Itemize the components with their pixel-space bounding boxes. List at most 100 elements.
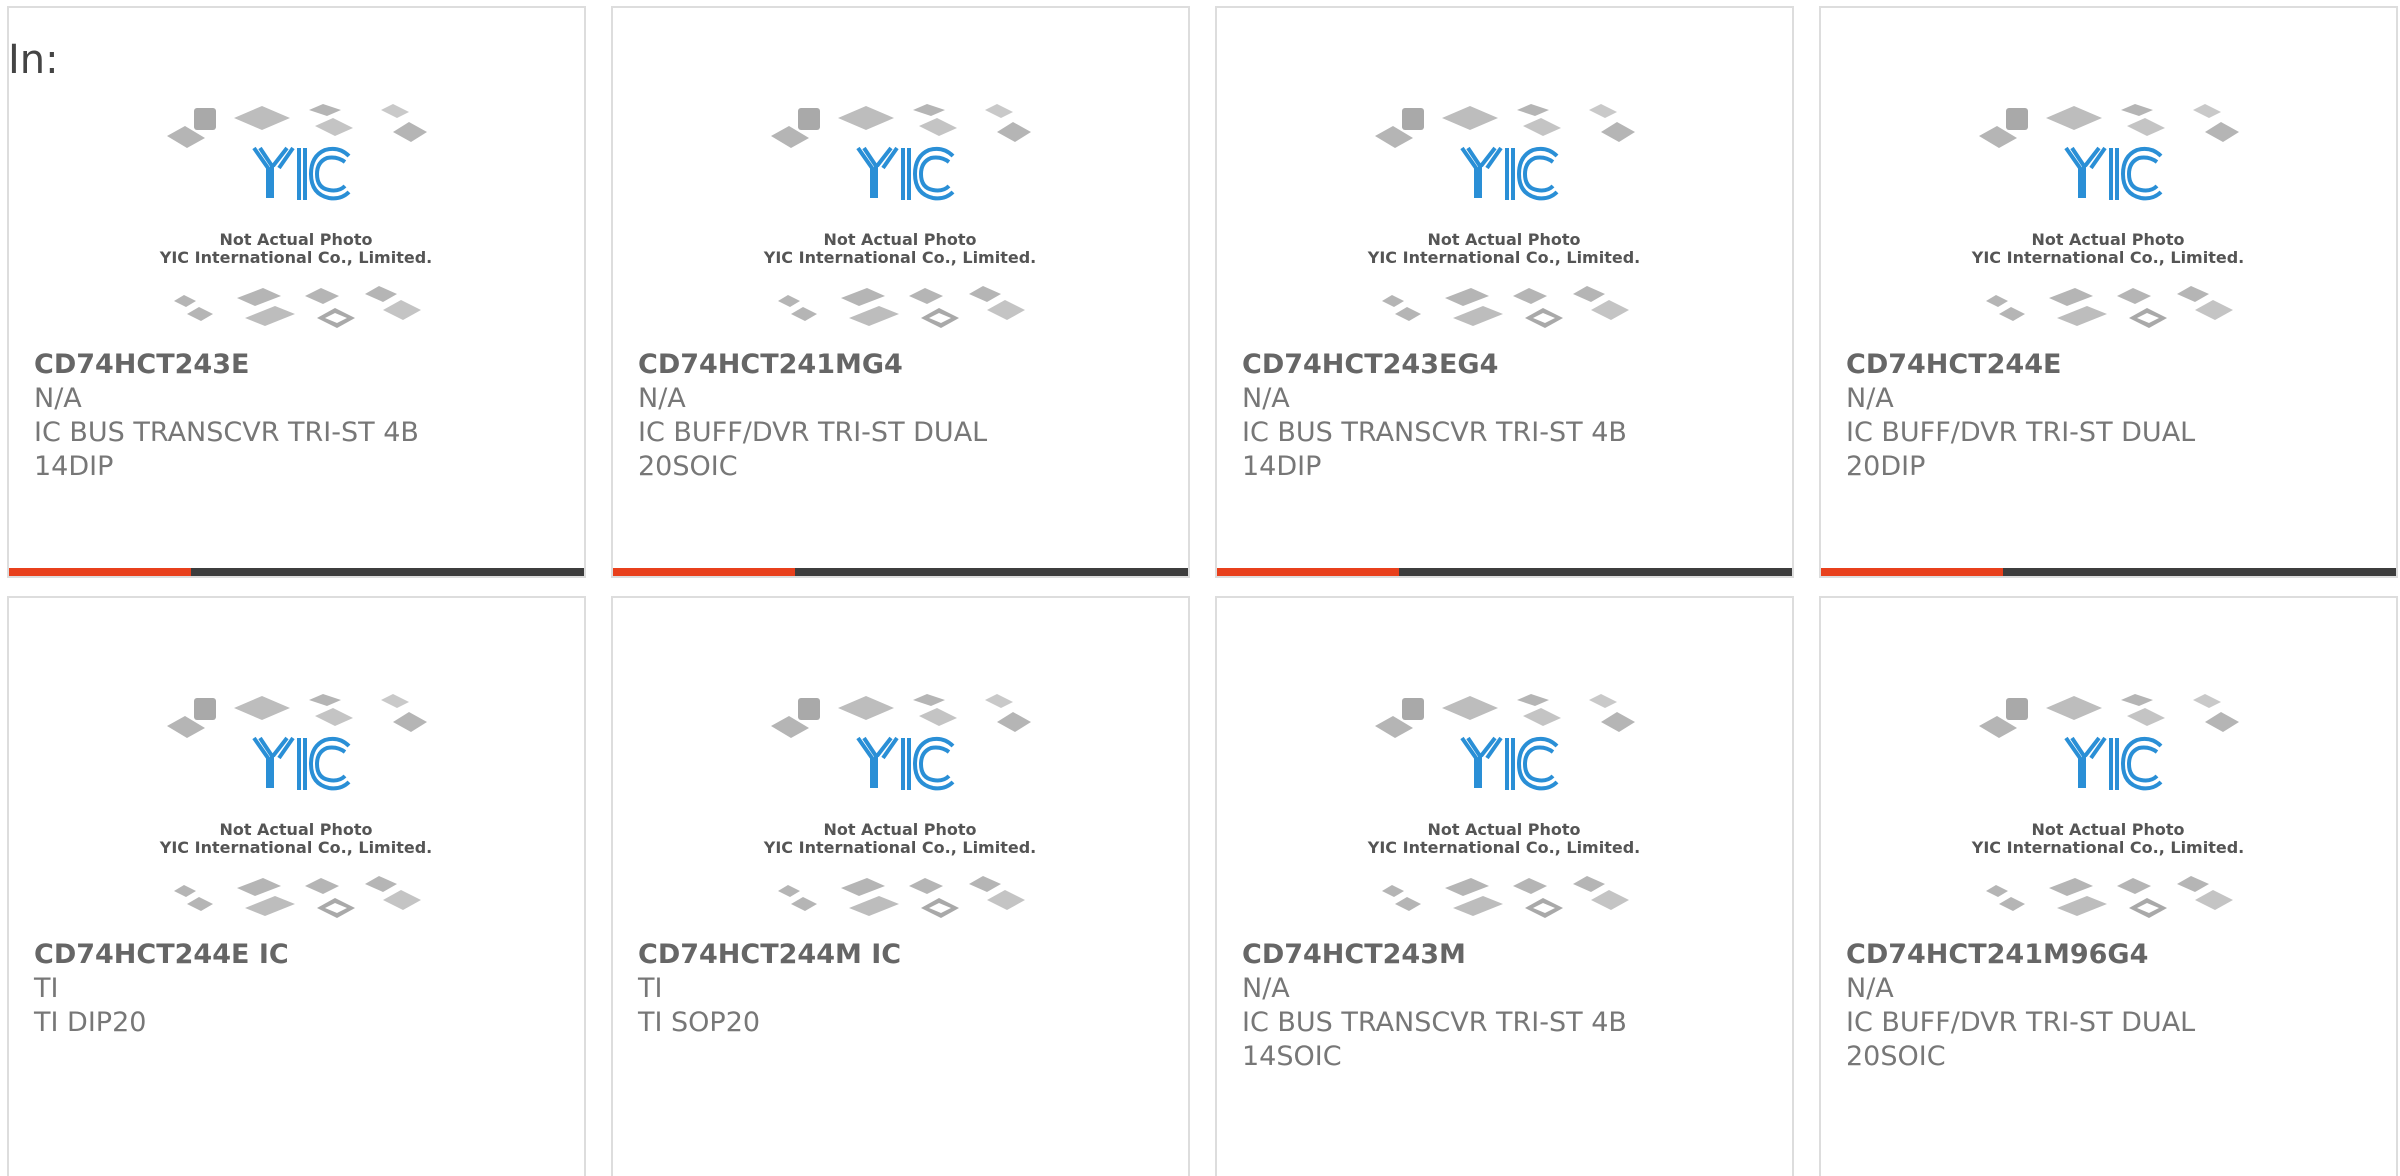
placeholder-caption-line2: YIC International Co., Limited. bbox=[763, 838, 1036, 857]
product-card[interactable]: Not Actual Photo YIC International Co., L… bbox=[611, 6, 1190, 578]
chip-icons-bottom bbox=[174, 876, 421, 918]
placeholder-image: Not Actual PhotoYIC International Co., L… bbox=[159, 104, 432, 328]
card-accent-bar bbox=[613, 568, 795, 576]
manufacturer: N/A bbox=[34, 383, 82, 414]
card-bottom-bar bbox=[9, 568, 584, 576]
yic-logo bbox=[252, 736, 351, 791]
page-label: In: bbox=[8, 37, 59, 83]
yic-logo bbox=[2064, 736, 2163, 791]
card-bottom-bar bbox=[613, 568, 1188, 576]
product-info: CD74HCT243EG4 N/A IC BUS TRANSCVR TRI-ST… bbox=[1242, 348, 1772, 484]
chip-icons-top bbox=[1979, 694, 2239, 738]
product-description: IC BUS TRANSCVR TRI-ST 4B 14DIP bbox=[1242, 417, 1627, 482]
manufacturer: N/A bbox=[1242, 973, 1290, 1004]
placeholder-caption-line2: YIC International Co., Limited. bbox=[1971, 838, 2244, 857]
product-info: CD74HCT243E N/A IC BUS TRANSCVR TRI-ST 4… bbox=[34, 348, 564, 484]
placeholder-caption-line2: YIC International Co., Limited. bbox=[159, 248, 432, 267]
placeholder-image: Not Actual PhotoYIC International Co., L… bbox=[763, 104, 1036, 328]
chip-icons-bottom bbox=[778, 876, 1025, 918]
manufacturer: N/A bbox=[638, 383, 686, 414]
chip-icons-top bbox=[1979, 104, 2239, 148]
product-card[interactable]: Not Actual Photo YIC International Co., L… bbox=[7, 596, 586, 1176]
placeholder-caption-line1: Not Actual Photo bbox=[219, 230, 372, 249]
product-info: CD74HCT244E IC TI TI DIP20 bbox=[34, 938, 564, 1040]
product-description: TI DIP20 bbox=[34, 1007, 147, 1038]
card-bottom-bar bbox=[1821, 568, 2396, 576]
product-image[interactable]: Not Actual Photo YIC International Co., L… bbox=[1821, 96, 2396, 346]
product-image[interactable]: Not Actual Photo YIC International Co., L… bbox=[9, 96, 584, 346]
placeholder-image: Not Actual PhotoYIC International Co., L… bbox=[1367, 104, 1640, 328]
part-number[interactable]: CD74HCT244E bbox=[1846, 348, 2376, 382]
card-accent-bar bbox=[1821, 568, 2003, 576]
product-image[interactable]: Not Actual Photo YIC International Co., L… bbox=[1821, 686, 2396, 936]
product-description: IC BUFF/DVR TRI-ST DUAL 20SOIC bbox=[638, 417, 988, 482]
part-number[interactable]: CD74HCT241MG4 bbox=[638, 348, 1168, 382]
product-description: TI SOP20 bbox=[638, 1007, 761, 1038]
product-description: IC BUFF/DVR TRI-ST DUAL 20DIP bbox=[1846, 417, 2196, 482]
product-card[interactable]: Not Actual Photo YIC International Co., L… bbox=[7, 6, 586, 578]
chip-icons-top bbox=[1375, 694, 1635, 738]
yic-logo bbox=[1460, 146, 1559, 201]
chip-icons-bottom bbox=[1986, 286, 2233, 328]
chip-icons-bottom bbox=[1986, 876, 2233, 918]
yic-logo bbox=[856, 146, 955, 201]
manufacturer: N/A bbox=[1846, 383, 1894, 414]
chip-icons-top bbox=[1375, 104, 1635, 148]
chip-icons-bottom bbox=[778, 286, 1025, 328]
placeholder-image: Not Actual PhotoYIC International Co., L… bbox=[1971, 104, 2244, 328]
placeholder-caption-line2: YIC International Co., Limited. bbox=[159, 838, 432, 857]
chip-icons-bottom bbox=[1382, 286, 1629, 328]
product-image[interactable]: Not Actual Photo YIC International Co., L… bbox=[9, 686, 584, 936]
manufacturer: N/A bbox=[1846, 973, 1894, 1004]
product-card[interactable]: Not Actual Photo YIC International Co., L… bbox=[1215, 596, 1794, 1176]
placeholder-caption-line1: Not Actual Photo bbox=[2031, 230, 2184, 249]
part-number[interactable]: CD74HCT241M96G4 bbox=[1846, 938, 2376, 972]
product-info: CD74HCT244E N/A IC BUFF/DVR TRI-ST DUAL … bbox=[1846, 348, 2376, 484]
yic-logo bbox=[856, 736, 955, 791]
placeholder-caption-line2: YIC International Co., Limited. bbox=[1971, 248, 2244, 267]
placeholder-caption-line1: Not Actual Photo bbox=[1427, 230, 1580, 249]
product-card[interactable]: Not Actual Photo YIC International Co., L… bbox=[1215, 6, 1794, 578]
chip-icons-bottom bbox=[1382, 876, 1629, 918]
chip-icons-top bbox=[771, 694, 1031, 738]
manufacturer: N/A bbox=[1242, 383, 1290, 414]
product-image[interactable]: Not Actual Photo YIC International Co., L… bbox=[613, 686, 1188, 936]
product-image[interactable]: Not Actual Photo YIC International Co., L… bbox=[1217, 96, 1792, 346]
chip-icons-bottom bbox=[174, 286, 421, 328]
part-number[interactable]: CD74HCT244M IC bbox=[638, 938, 1168, 972]
placeholder-caption-line1: Not Actual Photo bbox=[823, 820, 976, 839]
placeholder-image: Not Actual PhotoYIC International Co., L… bbox=[159, 694, 432, 918]
placeholder-caption-line1: Not Actual Photo bbox=[1427, 820, 1580, 839]
chip-icons-top bbox=[771, 104, 1031, 148]
product-card[interactable]: Not Actual Photo YIC International Co., L… bbox=[1819, 6, 2398, 578]
manufacturer: TI bbox=[638, 973, 663, 1004]
card-bottom-bar bbox=[1217, 568, 1792, 576]
placeholder-image: Not Actual PhotoYIC International Co., L… bbox=[1367, 694, 1640, 918]
card-accent-bar bbox=[9, 568, 191, 576]
yic-logo bbox=[252, 146, 351, 201]
product-grid: Not Actual Photo YIC International Co., L… bbox=[0, 0, 2400, 1176]
part-number[interactable]: CD74HCT243EG4 bbox=[1242, 348, 1772, 382]
product-card[interactable]: Not Actual Photo YIC International Co., L… bbox=[1819, 596, 2398, 1176]
manufacturer: TI bbox=[34, 973, 59, 1004]
product-info: CD74HCT241MG4 N/A IC BUFF/DVR TRI-ST DUA… bbox=[638, 348, 1168, 484]
part-number[interactable]: CD74HCT244E IC bbox=[34, 938, 564, 972]
chip-icons-top bbox=[167, 104, 427, 148]
placeholder-caption-line2: YIC International Co., Limited. bbox=[1367, 838, 1640, 857]
chip-icons-top bbox=[167, 694, 427, 738]
placeholder-caption-line2: YIC International Co., Limited. bbox=[763, 248, 1036, 267]
yic-logo bbox=[1460, 736, 1559, 791]
product-info: CD74HCT244M IC TI TI SOP20 bbox=[638, 938, 1168, 1040]
part-number[interactable]: CD74HCT243M bbox=[1242, 938, 1772, 972]
yic-logo bbox=[2064, 146, 2163, 201]
product-card[interactable]: Not Actual Photo YIC International Co., L… bbox=[611, 596, 1190, 1176]
placeholder-caption-line1: Not Actual Photo bbox=[2031, 820, 2184, 839]
placeholder-image: Not Actual PhotoYIC International Co., L… bbox=[1971, 694, 2244, 918]
product-description: IC BUFF/DVR TRI-ST DUAL 20SOIC bbox=[1846, 1007, 2196, 1072]
product-image[interactable]: Not Actual Photo YIC International Co., L… bbox=[613, 96, 1188, 346]
product-image[interactable]: Not Actual Photo YIC International Co., L… bbox=[1217, 686, 1792, 936]
part-number[interactable]: CD74HCT243E bbox=[34, 348, 564, 382]
product-info: CD74HCT243M N/A IC BUS TRANSCVR TRI-ST 4… bbox=[1242, 938, 1772, 1074]
placeholder-caption-line1: Not Actual Photo bbox=[219, 820, 372, 839]
product-description: IC BUS TRANSCVR TRI-ST 4B 14DIP bbox=[34, 417, 419, 482]
